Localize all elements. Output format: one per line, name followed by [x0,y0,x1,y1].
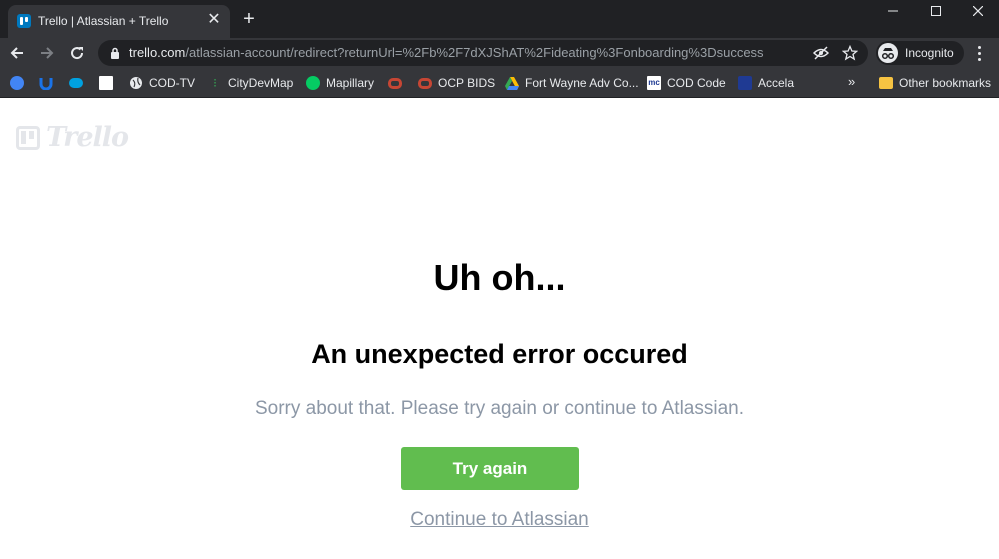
back-button[interactable] [7,43,27,63]
new-tab-button[interactable]: + [240,9,258,29]
oracle-icon [388,77,402,89]
trello-board-icon [16,125,40,150]
tab-title: Trello | Atlassian + Trello [38,14,169,28]
error-message: Sorry about that. Please try again or co… [254,398,744,419]
arrow-circle-icon [10,76,24,90]
eye-off-icon[interactable] [812,44,830,62]
browser-menu-icon[interactable] [972,43,986,63]
tab-strip: Trello | Atlassian + Trello ✕ + [0,0,999,38]
continue-to-atlassian-link[interactable]: Continue to Atlassian [0,509,999,531]
reload-button[interactable] [67,43,87,63]
bookmark-ocp-bids[interactable]: OCP BIDS [418,74,495,92]
oracle-icon [418,77,432,89]
close-icon [973,6,983,16]
bookmark-mapillary[interactable]: Mapillary [306,74,374,92]
browser-tab[interactable]: Trello | Atlassian + Trello ✕ [8,5,230,38]
incognito-label: Incognito [905,46,954,60]
municode-icon: mc [647,76,661,90]
url-text[interactable]: trello.com/atlassian-account/redirect?re… [129,45,764,60]
lock-icon[interactable] [110,47,120,59]
adobe-icon [99,76,113,90]
bookmark-item[interactable] [10,74,24,92]
mapillary-icon [306,76,320,90]
incognito-icon [878,43,898,63]
bookmark-item[interactable] [99,74,113,92]
drive-icon [505,76,519,90]
map-icon: ⁝ [213,76,217,90]
globe-icon [130,77,142,89]
page-content: Trello Uh oh... An unexpected error occu… [0,99,999,559]
magnet-icon [39,78,53,90]
bookmark-fort-wayne[interactable]: Fort Wayne Adv Co... [505,74,639,92]
bookmark-accela[interactable]: Accela [738,74,794,92]
minimize-window-button[interactable] [873,0,913,22]
reload-icon [71,47,84,60]
address-bar[interactable]: trello.com/atlassian-account/redirect?re… [98,40,868,66]
other-bookmarks-folder[interactable]: Other bookmarks [879,74,991,92]
tab-close-icon[interactable]: ✕ [206,12,222,28]
minimize-icon [888,10,898,12]
bookmark-item[interactable] [388,74,402,92]
logo-text: Trello [46,122,129,153]
bookmark-citydevmap[interactable]: ⁝ CityDevMap [208,74,293,92]
incognito-profile-button[interactable]: Incognito [876,41,964,65]
trello-favicon-icon [17,14,31,28]
bookmark-cod-code[interactable]: mc COD Code [647,74,726,92]
error-subheadline: An unexpected error occured [311,339,688,369]
forward-button[interactable] [37,43,57,63]
try-again-button[interactable]: Try again [401,447,579,490]
error-headline: Uh oh... [433,257,566,298]
salesforce-cloud-icon [69,78,83,88]
bookmark-item[interactable] [69,74,83,92]
close-window-button[interactable] [958,0,998,22]
trello-logo[interactable]: Trello [16,122,129,153]
maximize-icon [931,6,941,16]
arrow-right-icon [41,47,54,59]
star-bookmark-icon[interactable] [841,44,859,62]
bookmarks-bar: COD-TV ⁝ CityDevMap Mapillary OCP BIDS F… [0,68,999,98]
bookmark-cod-tv[interactable]: COD-TV [129,74,195,92]
folder-icon [879,77,893,89]
accela-icon [738,76,752,90]
maximize-window-button[interactable] [916,0,956,22]
arrow-left-icon [10,47,23,59]
bookmark-item[interactable] [39,74,53,92]
browser-toolbar: trello.com/atlassian-account/redirect?re… [0,38,999,68]
bookmarks-overflow-button[interactable]: » [848,74,855,89]
